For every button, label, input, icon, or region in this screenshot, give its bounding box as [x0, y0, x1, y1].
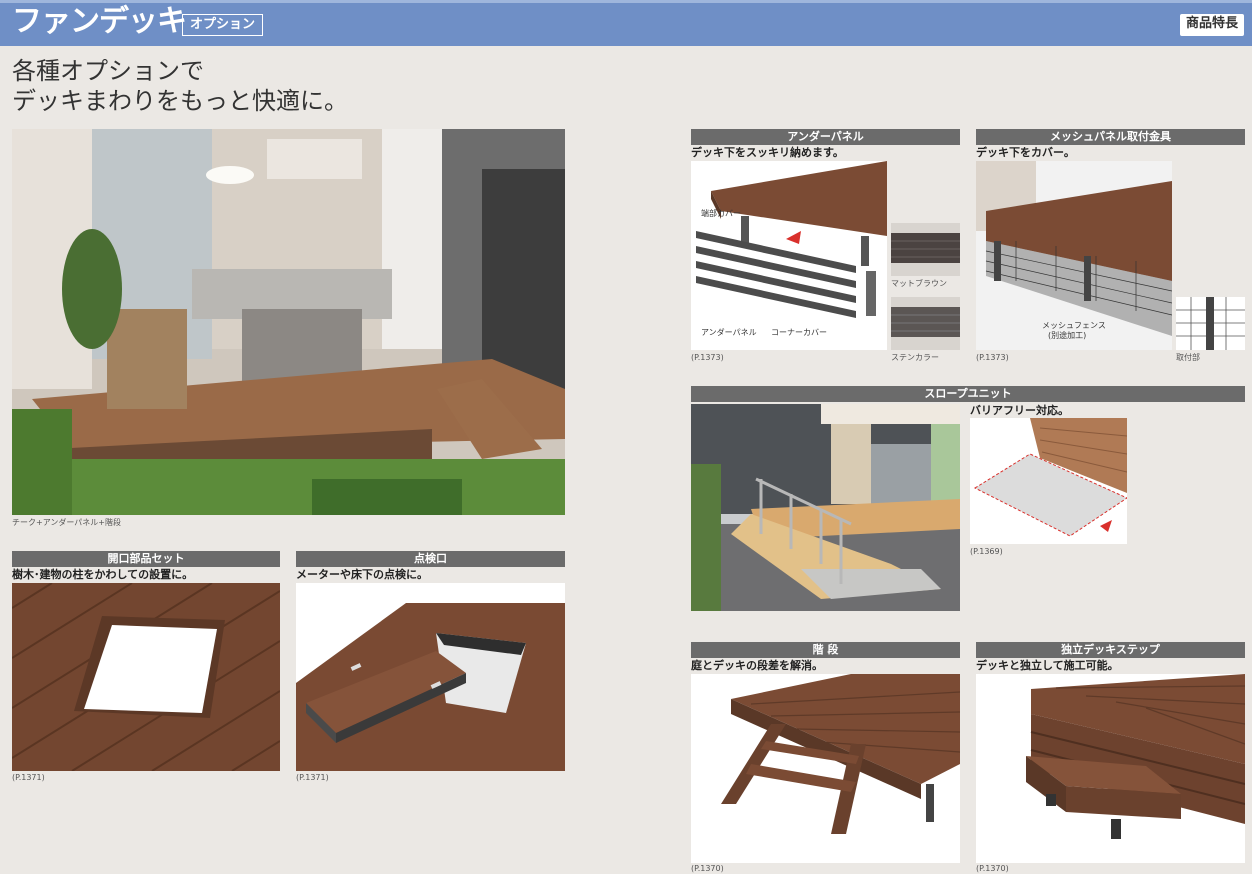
section-ref-inspection: (P.1371) — [296, 773, 329, 782]
deck-step-photo — [976, 674, 1245, 863]
main-photo-caption: チーク+アンダーパネル+階段 — [12, 518, 122, 527]
slope-unit-photo — [691, 404, 960, 611]
section-ref-stairs: (P.1370) — [691, 864, 724, 873]
section-desc-step: デッキと独立して施工可能。 — [976, 659, 1119, 672]
label-stain-color: ステンカラー — [891, 353, 939, 362]
section-desc-inspection: メーターや床下の点検に。 — [296, 568, 428, 581]
section-desc-mesh-panel: デッキ下をカバー。 — [976, 146, 1075, 159]
slope-diagram — [970, 418, 1127, 544]
section-desc-stairs: 庭とデッキの段差を解消。 — [691, 659, 823, 672]
section-ref-step: (P.1370) — [976, 864, 1009, 873]
label-corner-cover: コーナーカバー — [771, 328, 827, 337]
section-title-slope: スロープユニット — [691, 386, 1245, 402]
main-deck-photo — [12, 129, 565, 515]
section-ref-under-panel: (P.1373) — [691, 353, 724, 362]
section-title-inspection: 点検口 — [296, 551, 565, 567]
inspection-port-photo — [296, 583, 565, 771]
section-title-opening: 開口部品セット — [12, 551, 280, 567]
section-desc-slope: バリアフリー対応。 — [970, 404, 1069, 417]
section-desc-under-panel: デッキ下をスッキリ納めます。 — [691, 146, 844, 159]
section-ref-slope: (P.1369) — [970, 547, 1003, 556]
label-mesh-note: (別途加工) — [1048, 331, 1087, 340]
label-mount: 取付部 — [1176, 353, 1200, 362]
page-title: ファンデッキ — [12, 4, 187, 39]
section-title-mesh-panel: メッシュパネル取付金具 — [976, 129, 1245, 145]
label-mat-brown: マットブラウン — [891, 279, 947, 288]
label-mesh-fence: メッシュフェンス — [1042, 321, 1106, 330]
section-title-under-panel: アンダーパネル — [691, 129, 960, 145]
stain-color-swatch — [891, 297, 960, 350]
mat-brown-swatch — [891, 223, 960, 276]
stairs-photo — [691, 674, 960, 863]
section-title-step: 独立デッキステップ — [976, 642, 1245, 658]
mount-detail-photo — [1176, 297, 1245, 350]
feature-badge: 商品特長 — [1179, 14, 1244, 36]
label-end-cover: 端部カバー — [701, 209, 741, 218]
mesh-panel-photo: メッシュフェンス (別途加工) — [976, 161, 1172, 350]
section-desc-opening: 樹木･建物の柱をかわしての設置に。 — [12, 568, 194, 581]
headline: 各種オプションで デッキまわりをもっと快適に。 — [12, 57, 348, 115]
section-ref-opening: (P.1371) — [12, 773, 45, 782]
section-ref-mesh-panel: (P.1373) — [976, 353, 1009, 362]
page-subtitle: オプション — [182, 14, 264, 36]
section-title-stairs: 階 段 — [691, 642, 960, 658]
under-panel-diagram: 端部カバー アンダーパネル コーナーカバー — [691, 161, 887, 350]
label-under-panel: アンダーパネル — [701, 328, 757, 337]
opening-parts-photo — [12, 583, 280, 771]
